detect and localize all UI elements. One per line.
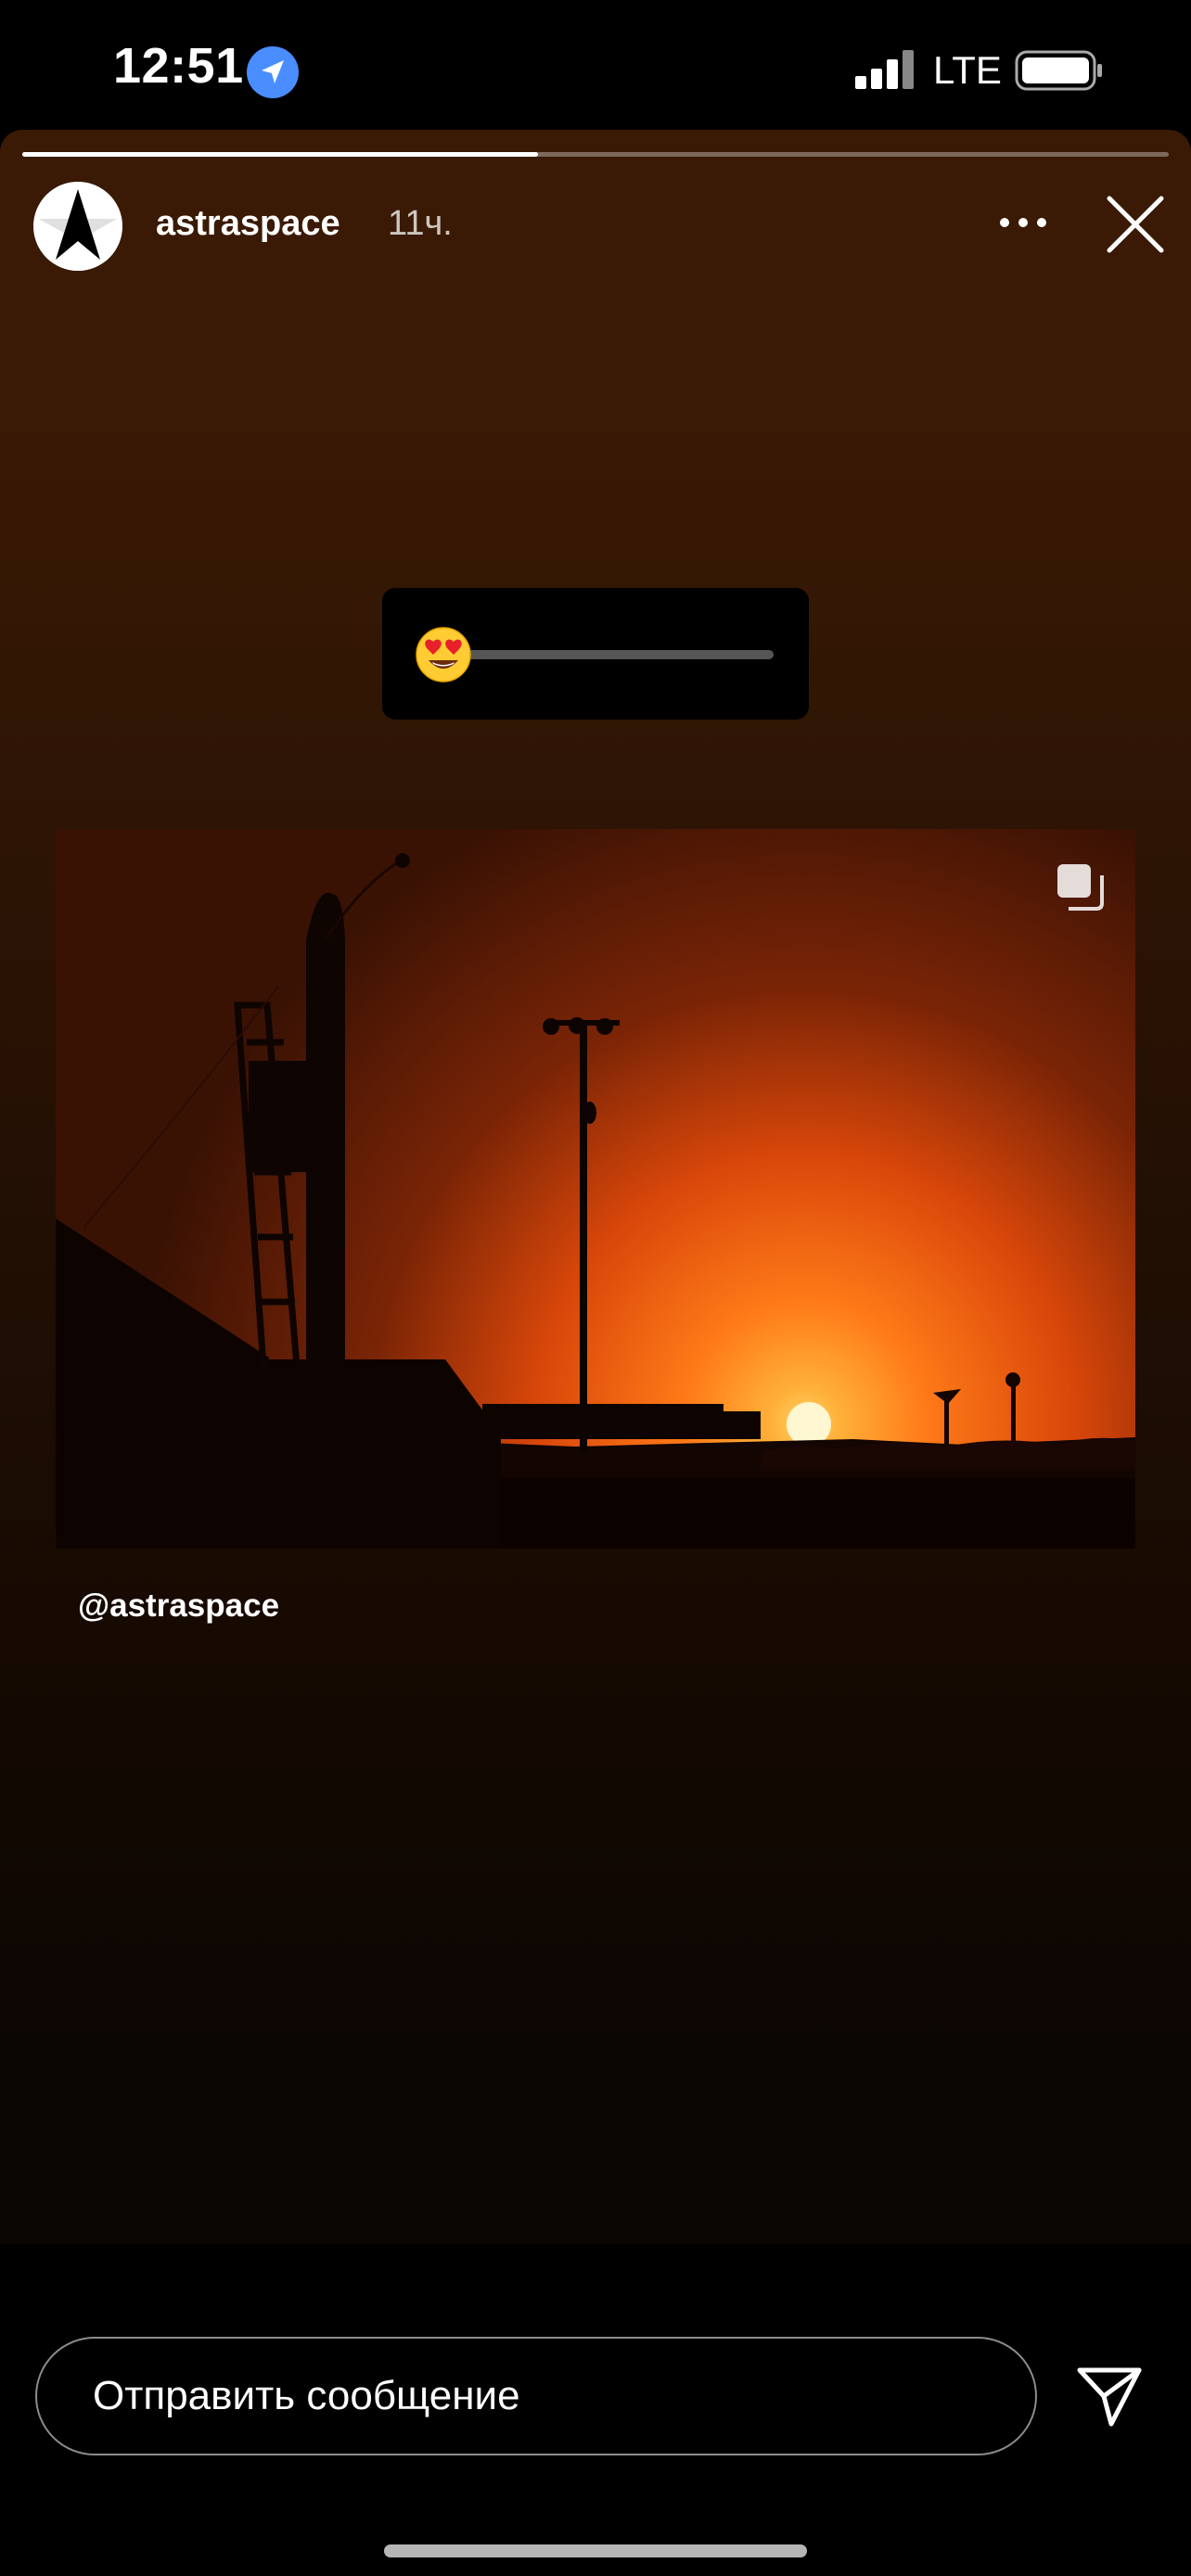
network-label: LTE (933, 48, 1002, 92)
story-username[interactable]: astraspace (156, 204, 340, 244)
story-post-age: 11ч. (388, 204, 453, 243)
avatar[interactable] (33, 182, 122, 271)
emoji-slider-thumb-icon[interactable] (416, 627, 471, 682)
gallery-stack-icon (1056, 862, 1104, 911)
status-bar: 12:51 LTE (0, 0, 1191, 130)
emoji-slider-track[interactable] (458, 650, 774, 659)
more-options-icon[interactable] (991, 202, 1056, 243)
location-arrow-icon (247, 46, 299, 98)
story-progress-bar (22, 152, 1169, 157)
send-paper-plane-icon[interactable] (1074, 2363, 1145, 2429)
cellular-signal-icon (855, 50, 916, 89)
reply-bar (0, 2244, 1191, 2576)
story-progress-fill (22, 152, 539, 157)
send-message-input[interactable] (35, 2337, 1037, 2455)
status-time: 12:51 (113, 38, 244, 94)
emoji-slider-sticker[interactable] (382, 588, 809, 720)
story-viewer[interactable]: astraspace 11ч. @astraspace (0, 130, 1191, 2244)
close-icon[interactable] (1104, 193, 1167, 256)
mention-label[interactable]: @astraspace (78, 1588, 279, 1625)
shared-post-photo[interactable] (56, 829, 1135, 1549)
home-indicator[interactable] (384, 2544, 807, 2557)
battery-icon (1015, 48, 1104, 93)
